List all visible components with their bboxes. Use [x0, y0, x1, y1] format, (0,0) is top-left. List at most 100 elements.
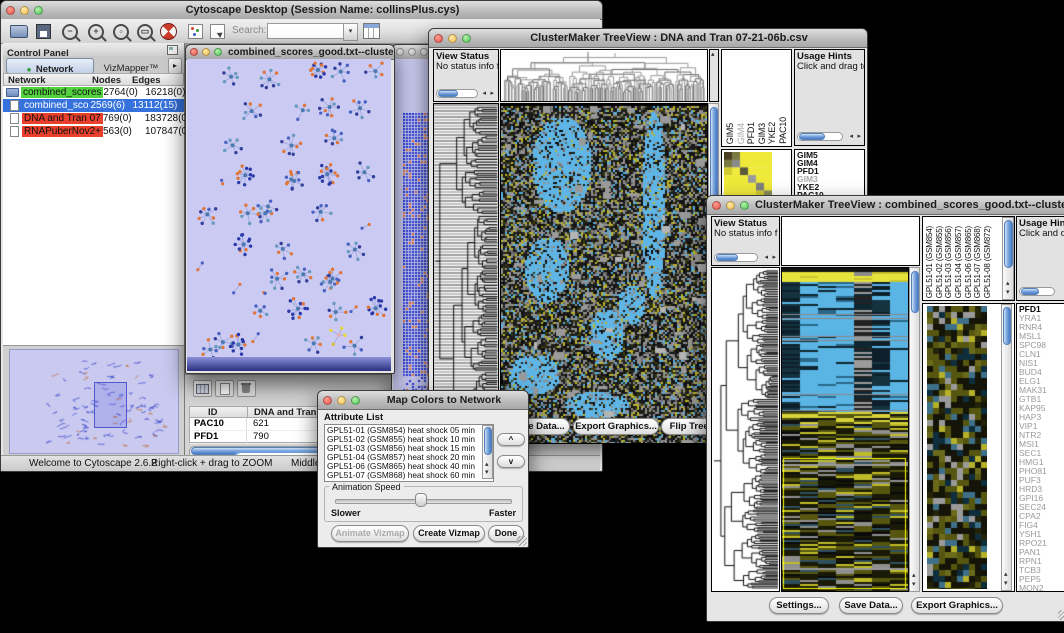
tree1-title: ClusterMaker TreeView : DNA and Tran 07-… [471, 32, 867, 44]
zoom-button[interactable] [740, 201, 749, 210]
minimize-button[interactable] [337, 396, 346, 405]
tree1-column-dendrogram[interactable] [500, 49, 708, 102]
usage-hints-hscrollbar[interactable] [797, 132, 843, 141]
slider-faster-label: Faster [489, 508, 516, 518]
tree2-summary-heatmap[interactable] [927, 306, 987, 589]
create-vizmap-button[interactable]: Create Vizmap [413, 525, 485, 542]
move-up-button[interactable]: ^ [497, 433, 525, 446]
tree1-dendro-arrows[interactable]: ▴ [709, 49, 719, 102]
tree1-heatmap[interactable] [500, 103, 708, 444]
search-dropdown-button[interactable]: ▾ [343, 23, 358, 41]
usage-hints-hscrollbar[interactable] [1019, 287, 1055, 296]
view-status-hscrollbar[interactable] [436, 89, 478, 98]
scroll-left-icon[interactable]: ◂ [849, 133, 853, 141]
save-icon[interactable] [36, 24, 51, 39]
move-down-button[interactable]: v [497, 455, 525, 468]
netview-title-bar[interactable]: combined_scores_good.txt--cluste... [186, 45, 394, 60]
network-name: combined_scores [21, 87, 103, 98]
open-file-icon[interactable] [10, 25, 28, 38]
search-input[interactable] [267, 23, 345, 39]
table-icon[interactable] [193, 380, 212, 397]
main-title-bar[interactable]: Cytoscape Desktop (Session Name: collins… [1, 1, 602, 20]
tree2-heatmap[interactable] [781, 267, 909, 592]
animate-vizmap-button[interactable]: Animate Vizmap [331, 525, 409, 542]
zoom-selected-icon[interactable]: ▫ [113, 24, 129, 40]
tab-network[interactable]: ● Network [6, 58, 94, 74]
close-button[interactable] [190, 48, 198, 56]
dialog-title: Map Colors to Network [360, 394, 528, 406]
tree2-column-labels-panel: GPL51-01 (GSM854)GPL51-02 (GSM855)GPL51-… [922, 216, 1015, 301]
window-title: Cytoscape Desktop (Session Name: collins… [43, 4, 602, 16]
scroll-left-icon[interactable]: ◂ [482, 90, 486, 98]
close-button[interactable] [434, 34, 443, 43]
tree2-summary-panel: ▴▾ [922, 303, 1015, 592]
tree2-title-bar[interactable]: ClusterMaker TreeView : combined_scores_… [707, 196, 1064, 215]
new-doc-icon[interactable] [215, 380, 234, 397]
network-table-row[interactable]: RNAPuberNov2+563(0)107847(0) [3, 125, 184, 138]
attribute-list-item[interactable]: GPL51-07 (GSM868) heat shock 60 min [327, 471, 477, 480]
network-view-window: combined_scores_good.txt--cluste... [185, 44, 395, 374]
tree2-settings-button[interactable]: Settings... [769, 597, 829, 614]
vizmap-icon[interactable] [188, 24, 203, 39]
tree1-export-graphics-button[interactable]: Export Graphics... [573, 418, 659, 435]
scroll-left-icon[interactable]: ◂ [764, 254, 768, 262]
tab-scroll-arrow[interactable]: ▸ [168, 58, 182, 74]
minimize-button[interactable] [202, 48, 210, 56]
column-label: GPL51-08 (GSM872) [983, 226, 993, 298]
tree2-vscrollbar[interactable]: ▴▾ [909, 267, 920, 592]
zoom-button[interactable] [420, 48, 428, 56]
close-button[interactable] [323, 396, 332, 405]
tree2-collabels-vscrollbar[interactable]: ▴▾ [1002, 217, 1014, 300]
zoom-button[interactable] [214, 48, 222, 56]
attribute-list-vscrollbar[interactable]: ▴▾ [482, 425, 493, 479]
minimize-button[interactable] [408, 48, 416, 56]
view-status-hscrollbar[interactable] [714, 253, 758, 262]
minimize-button[interactable] [20, 6, 29, 15]
trash-icon[interactable] [237, 380, 256, 397]
slider-slower-label: Slower [331, 508, 361, 518]
col-edges[interactable]: Edges [132, 75, 161, 86]
tree2-summary-vscrollbar[interactable]: ▴▾ [1001, 304, 1012, 591]
zoom-button[interactable] [462, 34, 471, 43]
tree2-export-graphics-button[interactable]: Export Graphics... [911, 597, 1003, 614]
attribute-list[interactable]: GPL51-01 (GSM854) heat shock 05 minGPL51… [324, 424, 494, 482]
help-icon[interactable] [160, 23, 177, 40]
tree1-summary-heatmap[interactable] [724, 152, 772, 198]
network-table-row[interactable]: DNA and Tran 07769(0)183728(0) [3, 112, 184, 125]
treeview2-window: ClusterMaker TreeView : combined_scores_… [706, 195, 1064, 622]
table-edit-icon[interactable] [363, 23, 380, 39]
resize-grip[interactable] [1058, 610, 1064, 620]
animation-slider-thumb[interactable] [415, 493, 427, 507]
zoom-button[interactable] [351, 396, 360, 405]
col-network[interactable]: Network [8, 75, 45, 86]
float-panel-icon[interactable] [167, 45, 178, 55]
tree2-row-dendrogram[interactable] [711, 267, 780, 592]
gene-label[interactable]: MON2 [1019, 584, 1047, 592]
close-button[interactable] [396, 48, 404, 56]
network-table-row[interactable]: combined_sco2569(6)13112(15) [3, 99, 184, 112]
zoom-fit-icon[interactable]: ▭ [137, 24, 153, 40]
minimize-button[interactable] [448, 34, 457, 43]
zoom-in-icon[interactable]: + [88, 24, 104, 40]
network-view-canvas[interactable] [187, 59, 391, 371]
zoom-button[interactable] [34, 6, 43, 15]
column-label: GPL51-06 (GSM865) [964, 226, 974, 298]
tree1-title-bar[interactable]: ClusterMaker TreeView : DNA and Tran 07-… [429, 29, 867, 48]
scroll-right-icon[interactable]: ▸ [490, 90, 494, 98]
overview-canvas[interactable] [10, 350, 176, 451]
resize-grip[interactable] [517, 536, 527, 546]
annotation-icon[interactable] [210, 24, 225, 39]
minimize-button[interactable] [726, 201, 735, 210]
tab-vizmapper[interactable]: VizMapper™ [95, 58, 167, 72]
overview-viewport[interactable] [94, 382, 127, 428]
col-nodes[interactable]: Nodes [92, 75, 121, 86]
scroll-right-icon[interactable]: ▸ [857, 133, 861, 141]
zoom-out-icon[interactable]: − [62, 24, 78, 40]
dialog-title-bar[interactable]: Map Colors to Network [318, 391, 528, 410]
close-button[interactable] [6, 6, 15, 15]
close-button[interactable] [712, 201, 721, 210]
tree2-save-data-button[interactable]: Save Data... [839, 597, 903, 614]
scroll-right-icon[interactable]: ▸ [772, 254, 776, 262]
network-table-row[interactable]: combined_scores2764(0)16218(0) [3, 86, 184, 99]
data-col-id[interactable]: ID [208, 407, 218, 418]
